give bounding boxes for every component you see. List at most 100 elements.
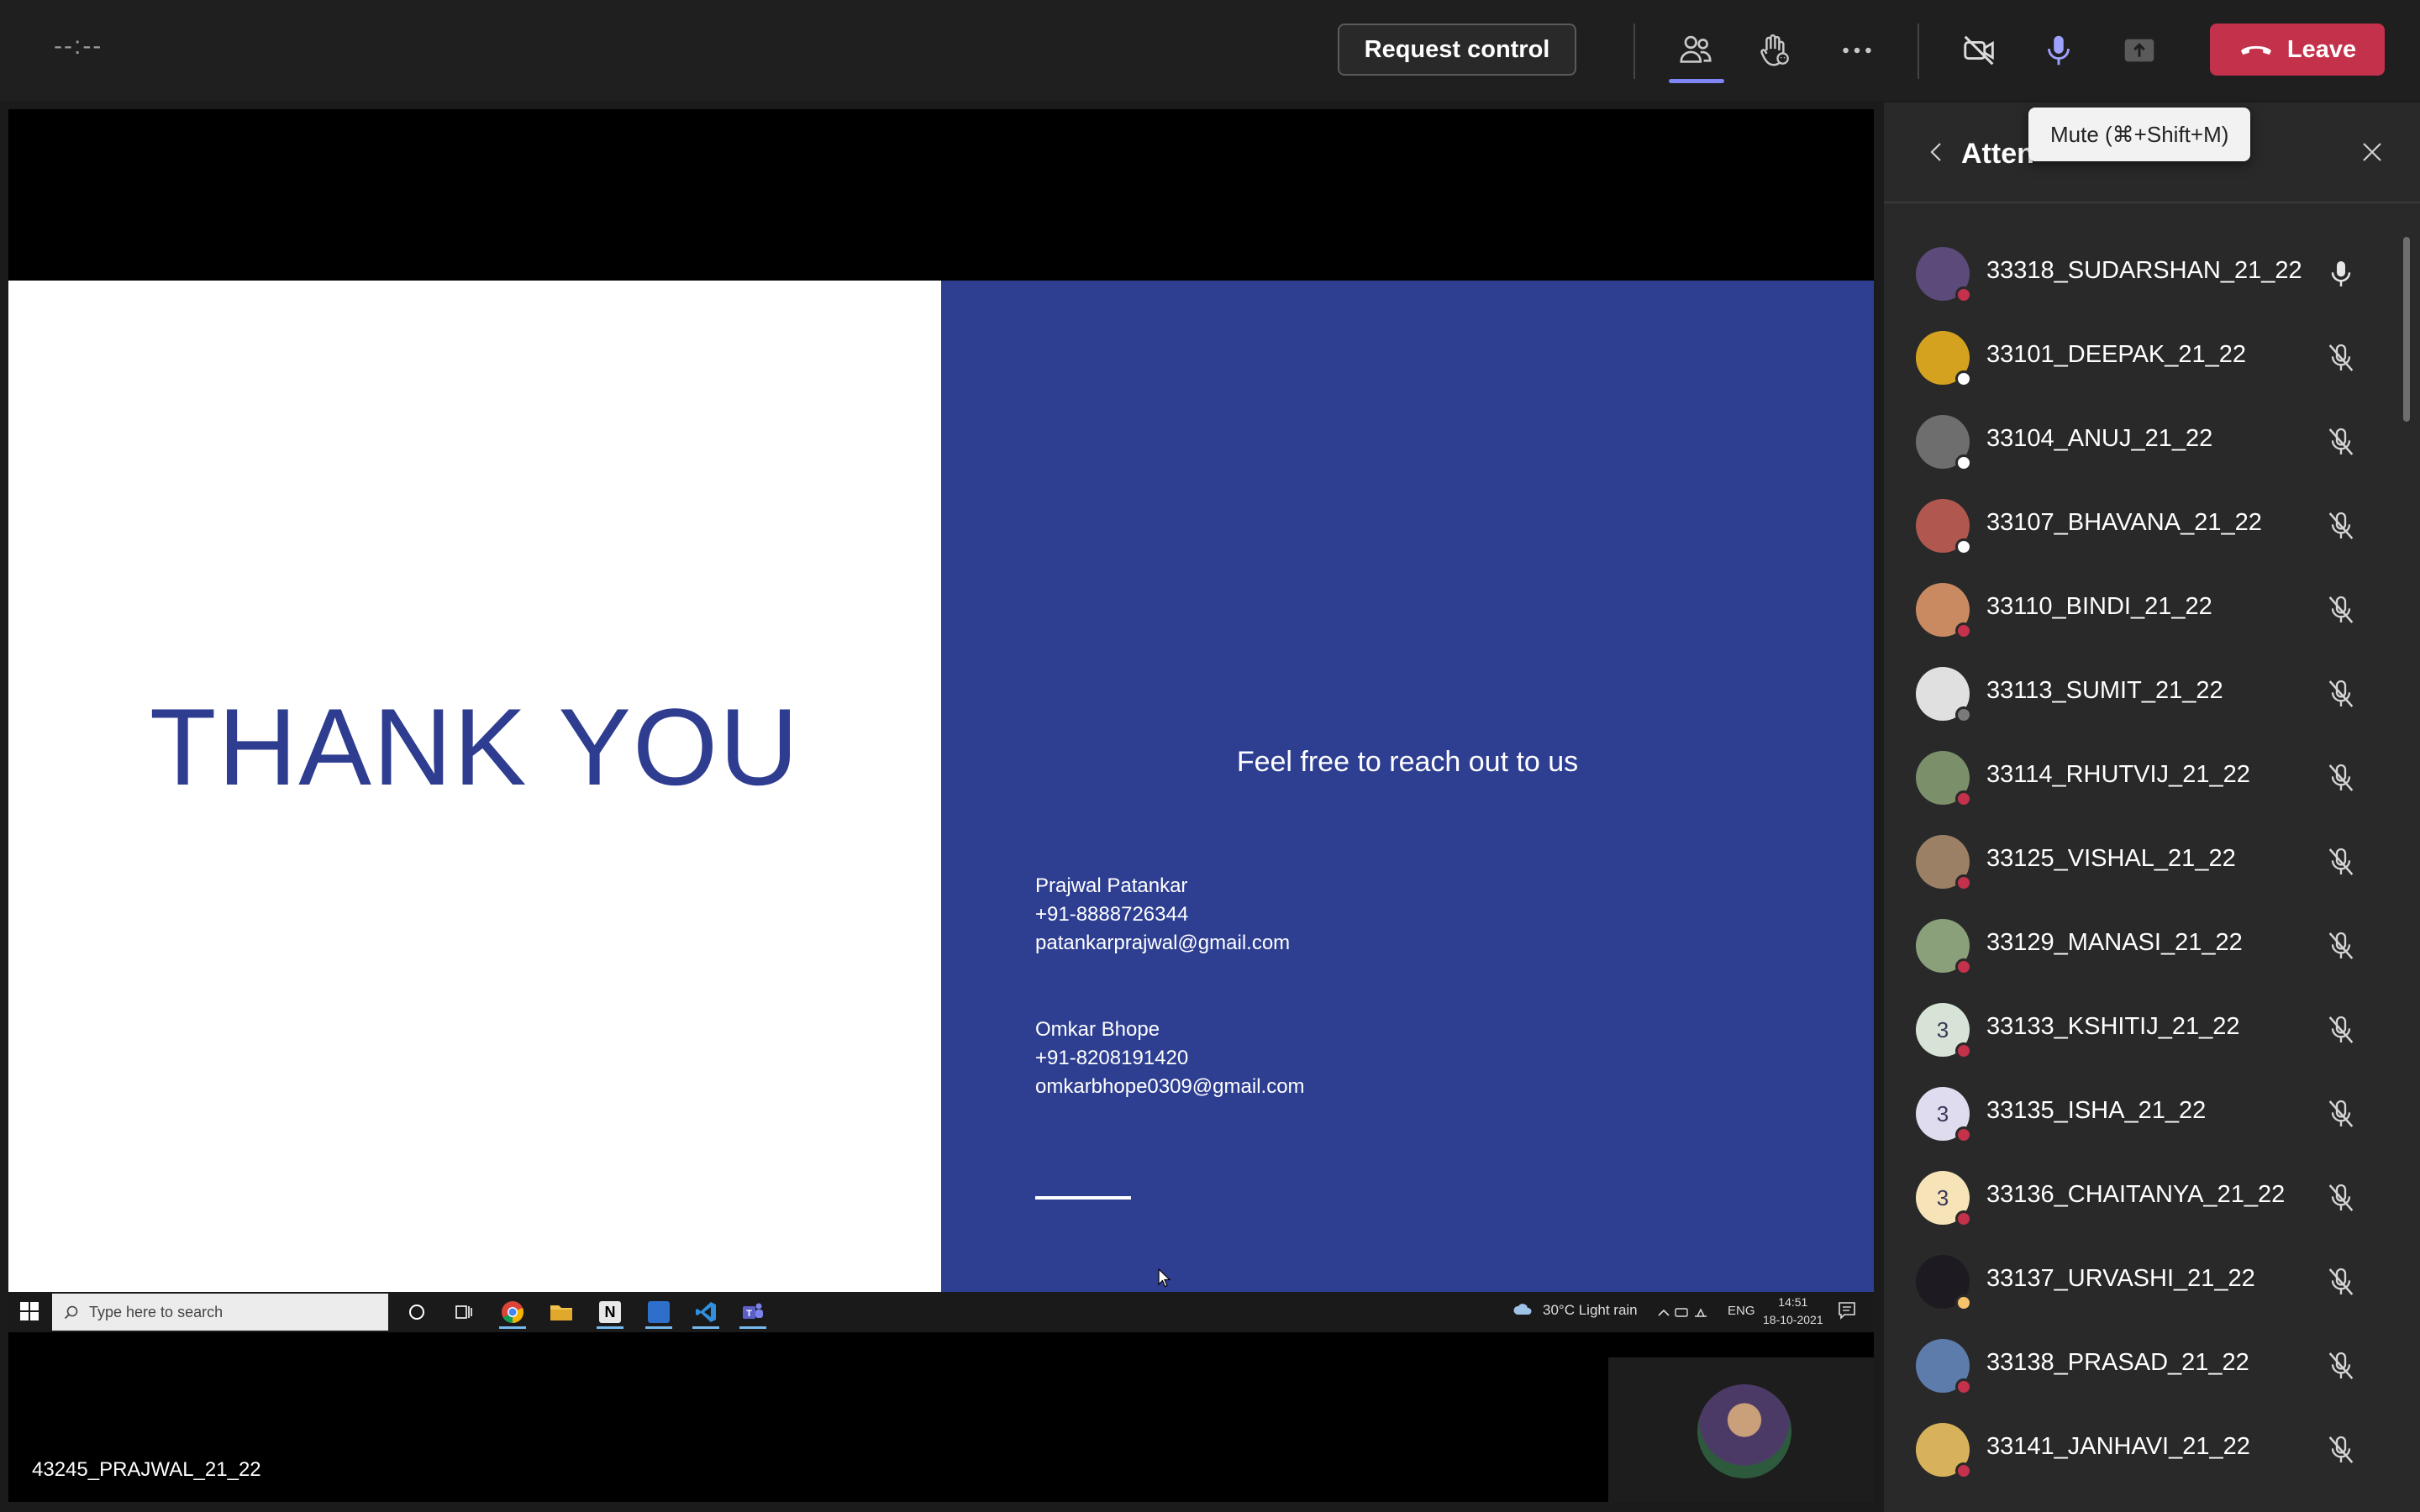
- chrome-taskbar-app[interactable]: [496, 1297, 529, 1329]
- contact-name: Omkar Bhope: [1035, 1018, 1160, 1041]
- notion-taskbar-app[interactable]: N: [593, 1297, 627, 1329]
- attendee-name: 33135_ISHA_21_22: [1986, 1097, 2207, 1124]
- leave-button[interactable]: Leave: [2210, 24, 2385, 76]
- attendee-name: 33114_RHUTVIJ_21_22: [1986, 761, 2250, 788]
- raise-hand-icon: [1760, 34, 1789, 66]
- windows-search-box[interactable]: Type here to search: [52, 1294, 388, 1331]
- attendee-row[interactable]: 33101_DEEPAK_21_22: [1884, 316, 2420, 400]
- attendee-row[interactable]: 33138_PRASAD_21_22: [1884, 1324, 2420, 1408]
- attendee-name: 33318_SUDARSHAN_21_22: [1986, 257, 2302, 284]
- attendee-row[interactable]: 33104_ANUJ_21_22: [1884, 400, 2420, 484]
- more-options-button[interactable]: [1832, 25, 1882, 76]
- microphone-muted-icon: [2328, 1016, 2354, 1043]
- powershell-taskbar-app[interactable]: [642, 1297, 676, 1329]
- attendee-row[interactable]: 3 33135_ISHA_21_22: [1884, 1072, 2420, 1156]
- avatar: [1916, 919, 1972, 975]
- camera-toggle-button[interactable]: [1954, 25, 2005, 76]
- slide-title: THANK YOU: [149, 685, 801, 808]
- microphone-muted-icon: [2328, 512, 2354, 539]
- presence-status-badge: [1955, 874, 1972, 891]
- request-control-button[interactable]: Request control: [1338, 24, 1576, 76]
- avatar: 3: [1916, 1171, 1972, 1227]
- windows-start-icon[interactable]: [20, 1302, 39, 1320]
- attendee-list: 33318_SUDARSHAN_21_22 33101_DEEPAK_21_22 3…: [1884, 232, 2420, 1492]
- cloud-rain-icon: [1513, 1304, 1532, 1315]
- attendee-row[interactable]: 33125_VISHAL_21_22: [1884, 820, 2420, 904]
- microphone-muted-icon: [2328, 1100, 2354, 1127]
- contact-email: omkarbhope0309@gmail.com: [1035, 1075, 1305, 1098]
- presence-status-badge: [1955, 538, 1972, 555]
- close-icon[interactable]: [2358, 138, 2386, 166]
- input-language[interactable]: ENG: [1728, 1304, 1755, 1318]
- system-tray-icons[interactable]: [1657, 1305, 1716, 1319]
- participants-button[interactable]: [1670, 25, 1721, 76]
- meeting-timer: --:--: [54, 32, 103, 60]
- attendee-name: 33113_SUMIT_21_22: [1986, 677, 2223, 704]
- file-explorer-taskbar-app[interactable]: [544, 1297, 578, 1327]
- presence-status-badge: [1955, 1294, 1972, 1311]
- presence-status-badge: [1955, 958, 1972, 975]
- attendee-row[interactable]: 33318_SUDARSHAN_21_22: [1884, 232, 2420, 316]
- avatar: [1916, 1255, 1972, 1311]
- task-view-button[interactable]: [447, 1297, 481, 1327]
- microphone-muted-icon: [2328, 428, 2354, 455]
- contact-phone: +91-8208191420: [1035, 1047, 1189, 1069]
- attendee-row[interactable]: 33129_MANASI_21_22: [1884, 904, 2420, 988]
- task-view-icon: [455, 1305, 472, 1319]
- weather-widget[interactable]: 30°C Light rain: [1512, 1302, 1638, 1319]
- microphone-muted-icon: [2328, 932, 2354, 959]
- microphone-muted-icon: [2328, 1352, 2354, 1379]
- presenter-name-label: 43245_PRAJWAL_21_22: [32, 1458, 261, 1481]
- teams-icon: T: [743, 1303, 763, 1319]
- attendee-row[interactable]: 33110_BINDI_21_22: [1884, 568, 2420, 652]
- vscode-taskbar-app[interactable]: [689, 1297, 723, 1329]
- raise-hand-button[interactable]: [1749, 25, 1800, 76]
- share-tray-button[interactable]: [2114, 25, 2165, 76]
- avatar: [1916, 247, 1972, 303]
- system-clock[interactable]: 14:51 18-10-2021: [1763, 1294, 1823, 1329]
- presence-status-badge: [1955, 622, 1972, 639]
- avatar: 3: [1916, 1003, 1972, 1059]
- attendee-row[interactable]: 3 33136_CHAITANYA_21_22: [1884, 1156, 2420, 1240]
- microphone-icon: [2048, 35, 2070, 66]
- microphone-muted-icon: [2328, 1436, 2354, 1463]
- attendee-name: 33129_MANASI_21_22: [1986, 929, 2243, 956]
- more-icon: [1843, 47, 1871, 54]
- attendee-row[interactable]: 33113_SUMIT_21_22: [1884, 652, 2420, 736]
- attendee-row[interactable]: 33114_RHUTVIJ_21_22: [1884, 736, 2420, 820]
- presence-status-badge: [1955, 370, 1972, 387]
- attendee-row[interactable]: 3 33133_KSHITIJ_21_22: [1884, 988, 2420, 1072]
- avatar: 3: [1916, 1087, 1972, 1143]
- search-icon: [64, 1305, 78, 1320]
- powershell-icon: [648, 1301, 670, 1323]
- avatar: [1916, 1339, 1972, 1395]
- cortana-button[interactable]: [400, 1297, 434, 1327]
- contact-block: Prajwal Patankar +91-8888726344 patankar…: [1035, 872, 1290, 958]
- slide-right-panel: Feel free to reach out to us Prajwal Pat…: [941, 281, 1874, 1292]
- teams-taskbar-app[interactable]: T: [736, 1297, 770, 1329]
- notification-center-icon[interactable]: [1837, 1300, 1857, 1320]
- attendee-name: 33104_ANUJ_21_22: [1986, 425, 2213, 452]
- presence-status-badge: [1955, 286, 1972, 303]
- attendee-row[interactable]: 33137_URVASHI_21_22: [1884, 1240, 2420, 1324]
- attendee-name: 33125_VISHAL_21_22: [1986, 845, 2236, 872]
- attendee-name: 33101_DEEPAK_21_22: [1986, 341, 2247, 368]
- back-chevron-icon[interactable]: [1924, 138, 1949, 166]
- attendee-name: 33110_BINDI_21_22: [1986, 593, 2212, 620]
- microphone-button[interactable]: [2033, 25, 2084, 76]
- avatar: [1916, 499, 1972, 555]
- panel-scrollbar[interactable]: [2403, 237, 2410, 422]
- hang-up-icon: [2240, 45, 2271, 55]
- attendee-name: 33137_URVASHI_21_22: [1986, 1265, 2255, 1292]
- avatar: [1916, 583, 1972, 639]
- attendee-row[interactable]: 33141_JANHAVI_21_22: [1884, 1408, 2420, 1492]
- presence-status-badge: [1955, 1126, 1972, 1143]
- attendee-row[interactable]: 33107_BHAVANA_21_22: [1884, 484, 2420, 568]
- avatar: [1916, 331, 1972, 387]
- people-icon: [1680, 35, 1712, 63]
- microphone-icon: [2331, 261, 2351, 286]
- attendee-name: 33141_JANHAVI_21_22: [1986, 1433, 2250, 1460]
- search-placeholder: Type here to search: [89, 1303, 224, 1320]
- presence-status-badge: [1955, 1378, 1972, 1395]
- svg-text:T: T: [746, 1309, 752, 1319]
